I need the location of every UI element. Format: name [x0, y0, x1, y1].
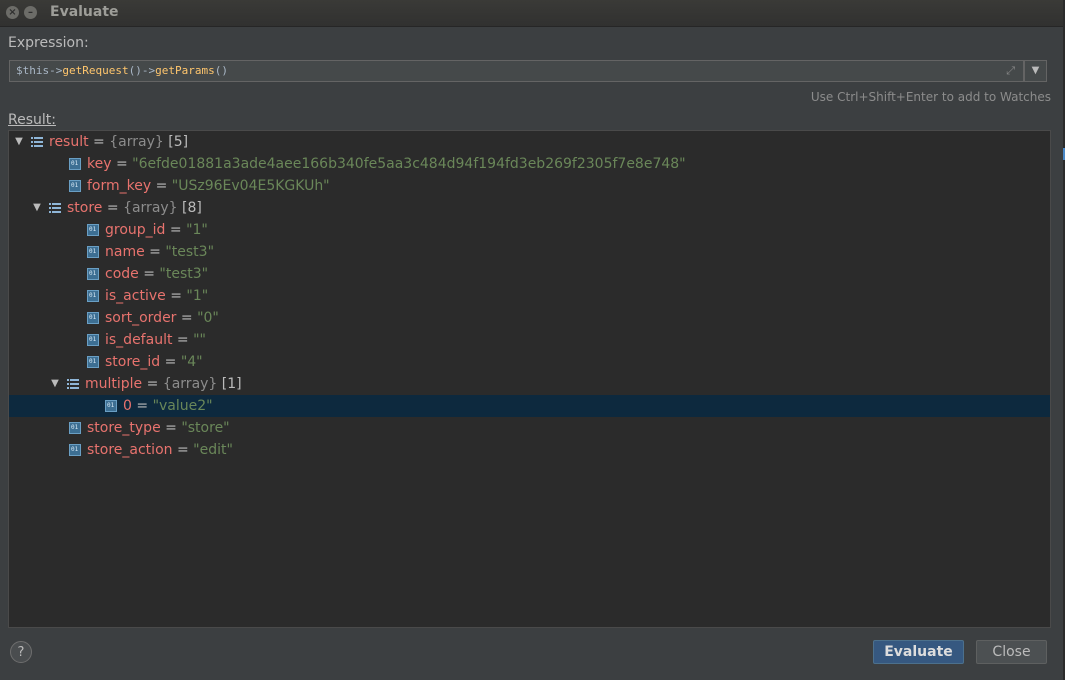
window-minimize-button[interactable]: –: [24, 6, 37, 19]
value-icon: [87, 356, 99, 368]
tree-node-value[interactable]: store_id = "4": [9, 351, 1050, 373]
value-icon: [69, 444, 81, 456]
node-key: is_default: [105, 332, 173, 348]
tree-node-array[interactable]: ▼ store = {array} [8]: [9, 197, 1050, 219]
node-key: result: [49, 134, 89, 150]
node-text: code = "test3": [105, 266, 209, 282]
node-count: [8]: [182, 200, 202, 216]
watches-hint: Use Ctrl+Shift+Enter to add to Watches: [810, 90, 1051, 104]
value-icon: [87, 290, 99, 302]
node-text: store = {array} [8]: [67, 200, 202, 216]
node-key: sort_order: [105, 310, 177, 326]
array-icon: [49, 202, 61, 214]
tree-node-value[interactable]: store_action = "edit": [9, 439, 1050, 461]
node-key: store_action: [87, 442, 173, 458]
node-value: "store": [181, 420, 230, 436]
array-icon: [31, 136, 43, 148]
node-text: multiple = {array} [1]: [85, 376, 242, 392]
value-icon: [87, 268, 99, 280]
title-bar: × – Evaluate: [0, 0, 1063, 27]
tree-node-value[interactable]: form_key = "USz96Ev04E5KGKUh": [9, 175, 1050, 197]
value-icon: [69, 422, 81, 434]
node-text: is_active = "1": [105, 288, 209, 304]
value-icon: [69, 180, 81, 192]
node-type: {array}: [109, 134, 164, 150]
node-key: is_active: [105, 288, 166, 304]
tree-node-value[interactable]: group_id = "1": [9, 219, 1050, 241]
node-key: code: [105, 266, 139, 282]
tree-node-array[interactable]: ▼ multiple = {array} [1]: [9, 373, 1050, 395]
node-count: [1]: [221, 376, 242, 392]
node-value: "0": [197, 310, 219, 326]
tree-node-value[interactable]: code = "test3": [9, 263, 1050, 285]
node-value: "4": [180, 354, 203, 370]
node-text: name = "test3": [105, 244, 215, 260]
node-key: form_key: [87, 178, 152, 194]
node-value: "test3": [165, 244, 215, 260]
value-icon: [105, 400, 117, 412]
tree-node-value[interactable]: store_type = "store": [9, 417, 1050, 439]
node-text: store_action = "edit": [87, 442, 233, 458]
node-text: 0 = "value2": [123, 398, 213, 414]
tree-node-value[interactable]: name = "test3": [9, 241, 1050, 263]
node-value: "6efde01881a3ade4aee166b340fe5aa3c484d94…: [132, 156, 686, 172]
node-key: multiple: [85, 376, 143, 392]
value-icon: [87, 224, 99, 236]
tree-node-value[interactable]: sort_order = "0": [9, 307, 1050, 329]
help-button[interactable]: ?: [10, 641, 32, 663]
array-icon: [67, 378, 79, 390]
value-icon: [87, 334, 99, 346]
tree-node-array[interactable]: ▼ result = {array} [5]: [9, 131, 1050, 153]
window-close-button[interactable]: ×: [6, 6, 19, 19]
node-text: store_type = "store": [87, 420, 230, 436]
tree-node-value[interactable]: key = "6efde01881a3ade4aee166b340fe5aa3c…: [9, 153, 1050, 175]
node-value: "value2": [152, 398, 213, 414]
node-text: sort_order = "0": [105, 310, 219, 326]
node-key: 0: [123, 398, 132, 414]
expression-text: $this->getRequest()->getParams(): [16, 64, 228, 77]
expand-icon[interactable]: ⤢: [1006, 64, 1015, 78]
result-tree[interactable]: ▼ result = {array} [5] key = "6efde01881a3…: [8, 130, 1051, 628]
node-key: store_id: [105, 354, 161, 370]
node-key: key: [87, 156, 112, 172]
history-dropdown-button[interactable]: ▼: [1024, 60, 1047, 82]
expression-input[interactable]: $this->getRequest()->getParams() ⤢: [9, 60, 1024, 82]
node-key: name: [105, 244, 145, 260]
tree-node-value[interactable]: is_default = "": [9, 329, 1050, 351]
node-text: group_id = "1": [105, 222, 208, 238]
expand-toggle-icon[interactable]: ▼: [13, 131, 25, 153]
node-type: {array}: [162, 376, 218, 392]
expression-label: Expression:: [8, 35, 89, 51]
expand-toggle-icon[interactable]: ▼: [49, 373, 61, 395]
node-value: "1": [186, 288, 209, 304]
close-button[interactable]: Close: [976, 640, 1047, 664]
node-key: store_type: [87, 420, 161, 436]
value-icon: [69, 158, 81, 170]
value-icon: [87, 246, 99, 258]
node-key: store: [67, 200, 103, 216]
node-value: "test3": [159, 266, 209, 282]
node-value: "1": [186, 222, 208, 238]
result-label: Result:: [8, 112, 56, 128]
node-value: "USz96Ev04E5KGKUh": [171, 178, 330, 194]
node-text: key = "6efde01881a3ade4aee166b340fe5aa3c…: [87, 156, 686, 172]
tree-node-value[interactable]: 0 = "value2": [9, 395, 1050, 417]
node-text: form_key = "USz96Ev04E5KGKUh": [87, 178, 330, 194]
expand-toggle-icon[interactable]: ▼: [31, 197, 43, 219]
node-value: "edit": [193, 442, 233, 458]
node-text: is_default = "": [105, 332, 206, 348]
node-text: store_id = "4": [105, 354, 203, 370]
node-count: [5]: [168, 134, 189, 150]
node-value: "": [193, 332, 206, 348]
node-type: {array}: [123, 200, 178, 216]
window-title: Evaluate: [50, 4, 119, 20]
evaluate-button[interactable]: Evaluate: [873, 640, 964, 664]
node-key: group_id: [105, 222, 166, 238]
tree-node-value[interactable]: is_active = "1": [9, 285, 1050, 307]
node-text: result = {array} [5]: [49, 134, 189, 150]
value-icon: [87, 312, 99, 324]
